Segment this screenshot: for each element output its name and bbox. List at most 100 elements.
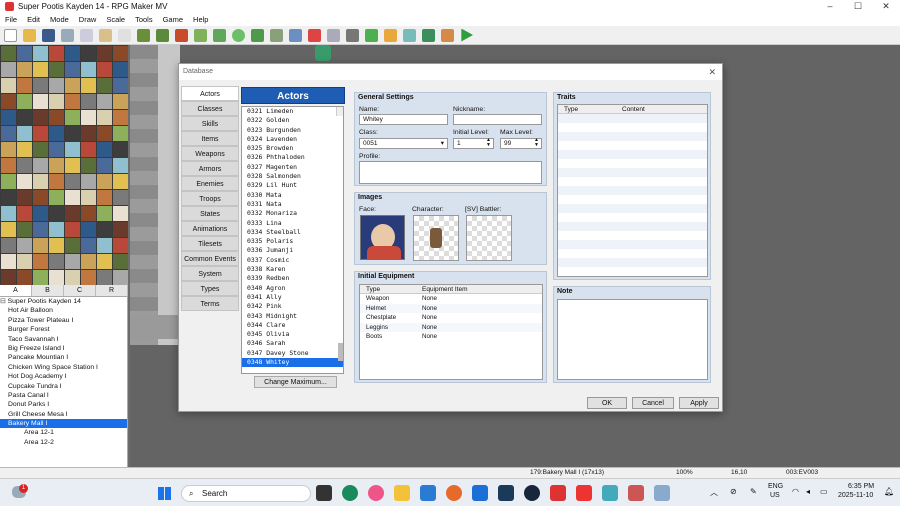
undo-icon[interactable]	[137, 28, 150, 42]
store-icon[interactable]	[420, 485, 436, 501]
character-generator-icon[interactable]	[441, 28, 454, 42]
tile-swatch[interactable]	[33, 238, 48, 253]
tile-swatch[interactable]	[65, 126, 80, 141]
map-tree-root[interactable]: ⊟ Super Pootis Kayden 14	[0, 297, 127, 306]
tile-swatch[interactable]	[33, 110, 48, 125]
map-tree-item[interactable]: Big Freeze Island I	[0, 344, 127, 353]
file-explorer-icon[interactable]	[394, 485, 410, 501]
nickname-field[interactable]	[453, 114, 542, 125]
category-terms[interactable]: Terms	[181, 296, 239, 311]
tile-swatch[interactable]	[81, 94, 96, 109]
tile-swatch[interactable]	[97, 110, 112, 125]
scrollbar-thumb[interactable]	[338, 343, 343, 361]
actor-list-item[interactable]: 0331 Nata	[242, 200, 343, 209]
maximize-button[interactable]: ☐	[844, 0, 872, 13]
tile-swatch[interactable]	[113, 62, 128, 77]
plugin-manager-icon[interactable]	[365, 28, 378, 42]
tile-swatch[interactable]	[49, 158, 64, 173]
tile-swatch[interactable]	[113, 126, 128, 141]
menu-help[interactable]: Help	[188, 15, 213, 24]
windows-start-icon[interactable]	[158, 487, 171, 500]
tile-swatch[interactable]	[97, 238, 112, 253]
category-troops[interactable]: Troops	[181, 191, 239, 206]
equipment-row[interactable]: Boots None	[360, 332, 542, 342]
fill-icon[interactable]	[251, 28, 264, 42]
map-tree-item-selected[interactable]: Bakery Mall I	[0, 419, 127, 429]
tile-swatch[interactable]	[1, 46, 16, 61]
category-tilesets[interactable]: Tilesets	[181, 236, 239, 251]
tile-swatch[interactable]	[49, 46, 64, 61]
tile-swatch[interactable]	[97, 222, 112, 237]
palette-tab-r[interactable]: R	[96, 285, 128, 296]
actor-list-item[interactable]: 0325 Browden	[242, 144, 343, 153]
actor-list-item[interactable]: 0333 Lina	[242, 219, 343, 228]
cancel-button[interactable]: Cancel	[632, 397, 674, 409]
tile-swatch[interactable]	[49, 254, 64, 269]
notifications-icon[interactable]: 🔔︎	[884, 487, 894, 496]
category-common-events[interactable]: Common Events	[181, 251, 239, 266]
map-tree-item[interactable]: Grill Cheese Mesa I	[0, 410, 127, 419]
tile-swatch[interactable]	[1, 94, 16, 109]
traits-table[interactable]: Type Content	[557, 104, 708, 277]
event-searcher-icon[interactable]	[403, 28, 416, 42]
delete-icon[interactable]	[118, 28, 131, 42]
actor-list-item[interactable]: 0342 Pink	[242, 302, 343, 311]
actor-list-item[interactable]: 0340 Agron	[242, 284, 343, 293]
shadow-pen-icon[interactable]	[270, 28, 283, 42]
change-maximum-button[interactable]: Change Maximum...	[254, 376, 337, 388]
actor-list-scrollbar[interactable]	[336, 107, 343, 361]
tile-swatch[interactable]	[33, 174, 48, 189]
tile-swatch[interactable]	[81, 46, 96, 61]
tile-swatch[interactable]	[17, 206, 32, 221]
pen-icon[interactable]: ✎	[750, 487, 757, 496]
tile-swatch[interactable]	[33, 94, 48, 109]
tile-swatch[interactable]	[65, 78, 80, 93]
dialog-close-icon[interactable]: ✕	[708, 64, 716, 80]
clock-time[interactable]: 6:35 PM	[848, 483, 874, 490]
category-actors[interactable]: Actors	[181, 86, 239, 101]
class-select[interactable]: 0051 ▾	[359, 138, 448, 149]
copilot-icon[interactable]	[368, 485, 384, 501]
tile-swatch[interactable]	[1, 62, 16, 77]
map-tree-item[interactable]: Pasta Canal I	[0, 391, 127, 400]
tile-swatch[interactable]	[97, 174, 112, 189]
palette-tab-a[interactable]: A	[0, 285, 32, 296]
tile-swatch[interactable]	[49, 110, 64, 125]
battery-icon[interactable]: ▭	[820, 487, 828, 496]
map-tree-item[interactable]: Chicken Wing Space Station I	[0, 363, 127, 372]
tile-swatch[interactable]	[113, 110, 128, 125]
tile-swatch[interactable]	[17, 110, 32, 125]
tile-swatch[interactable]	[113, 206, 128, 221]
tile-swatch[interactable]	[65, 190, 80, 205]
tile-swatch[interactable]	[81, 238, 96, 253]
map-tree-item[interactable]: Burger Forest	[0, 325, 127, 334]
tile-swatch[interactable]	[49, 78, 64, 93]
name-field[interactable]: Whitey	[359, 114, 448, 125]
category-enemies[interactable]: Enemies	[181, 176, 239, 191]
paste-icon[interactable]	[99, 28, 112, 42]
tile-swatch[interactable]	[33, 190, 48, 205]
actor-list-item[interactable]: 0329 Lil Hunt	[242, 181, 343, 190]
tile-swatch[interactable]	[65, 206, 80, 221]
actor-list-item[interactable]: 0324 Lavenden	[242, 135, 343, 144]
zoom-in-icon[interactable]	[289, 28, 302, 42]
tile-swatch[interactable]	[97, 158, 112, 173]
copy-icon[interactable]	[80, 28, 93, 42]
note-field[interactable]	[557, 299, 708, 380]
resource-manager-icon[interactable]	[422, 28, 435, 42]
tile-swatch[interactable]	[17, 174, 32, 189]
open-project-icon[interactable]	[23, 28, 36, 42]
tile-swatch[interactable]	[65, 254, 80, 269]
tile-swatch[interactable]	[17, 238, 32, 253]
volume-icon[interactable]: ◂	[806, 487, 810, 496]
tile-swatch[interactable]	[97, 206, 112, 221]
map-mode-icon[interactable]	[156, 28, 169, 42]
actor-list-item[interactable]: 0327 Magenten	[242, 163, 343, 172]
tile-swatch[interactable]	[65, 62, 80, 77]
tile-swatch[interactable]	[81, 126, 96, 141]
category-system[interactable]: System	[181, 266, 239, 281]
actor-list-item[interactable]: 0345 Olivia	[242, 330, 343, 339]
tile-swatch[interactable]	[113, 270, 128, 285]
actor-list-item[interactable]: 0341 Ally	[242, 293, 343, 302]
tile-swatch[interactable]	[17, 62, 32, 77]
